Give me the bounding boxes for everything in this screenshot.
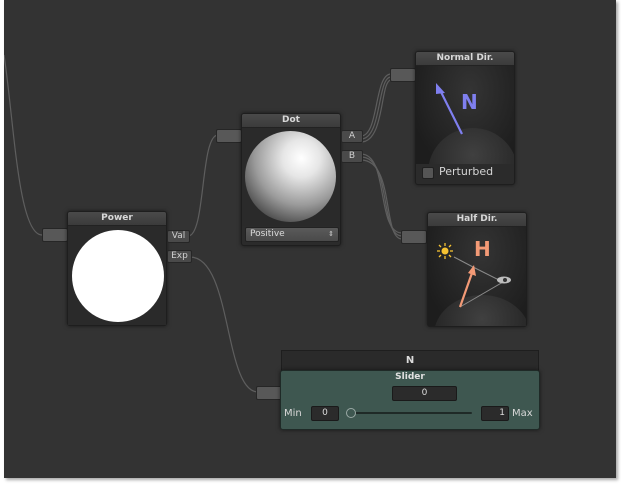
node-canvas[interactable]: Power Val Exp Dot Positive ⇕ A B Normal … [4, 0, 616, 478]
slider-header-label: N [405, 355, 415, 366]
perturbed-checkbox[interactable] [422, 167, 434, 179]
slider-thumb[interactable] [346, 408, 356, 418]
slider-header: N [281, 350, 539, 371]
wire-dot-b-half [360, 153, 403, 234]
eye-icon [497, 276, 511, 284]
normal-dir-node[interactable]: Normal Dir. N Perturbed [415, 51, 515, 185]
dot-node-title: Dot [242, 114, 340, 128]
dot-mode-dropdown[interactable]: Positive ⇕ [245, 227, 339, 242]
half-dir-port[interactable] [401, 230, 427, 244]
dot-input-b[interactable]: B [341, 150, 363, 163]
slider-title: Slider [395, 372, 425, 382]
half-dir-preview: H [428, 227, 526, 326]
half-dir-node-title: Half Dir. [428, 213, 526, 227]
dot-input-a[interactable]: A [341, 130, 363, 143]
normal-dir-port[interactable] [390, 68, 416, 82]
wire-power-dot [187, 134, 219, 237]
slider-value-field[interactable]: 0 [392, 386, 457, 401]
slider-min-value: 0 [322, 408, 328, 418]
slider-input-port[interactable] [256, 386, 282, 400]
slider-max-label: Max [512, 408, 533, 419]
slider-node[interactable]: Slider 0 Min 0 1 Max [280, 370, 540, 430]
slider-max-value: 1 [499, 408, 505, 418]
half-dir-node[interactable]: Half Dir. H [427, 212, 527, 327]
power-output-exp[interactable]: Exp [167, 250, 192, 263]
slider-min-field[interactable]: 0 [311, 406, 339, 421]
power-input-port[interactable] [42, 228, 68, 242]
normal-arrow-icon [436, 83, 463, 135]
power-node[interactable]: Power [67, 211, 167, 326]
slider-max-field[interactable]: 1 [481, 406, 509, 421]
half-glyph: H [474, 237, 491, 261]
slider-track[interactable] [350, 412, 472, 414]
wire-power-input [4, 54, 43, 236]
dot-preview [242, 128, 340, 226]
perturbed-label: Perturbed [439, 165, 494, 178]
dot-input-port[interactable] [216, 129, 242, 143]
dot-node[interactable]: Dot Positive ⇕ [241, 113, 341, 246]
slider-min-label: Min [284, 408, 302, 419]
power-preview [68, 226, 166, 325]
dot-preview-sphere [245, 131, 336, 222]
power-node-title: Power [68, 212, 166, 226]
power-output-val[interactable]: Val [167, 230, 190, 243]
normal-glyph: N [461, 90, 478, 114]
normal-dir-node-title: Normal Dir. [416, 52, 514, 66]
power-preview-sphere [72, 230, 164, 322]
normal-dir-preview: N [416, 66, 514, 164]
wire-dot-a-normal [360, 73, 392, 137]
sun-icon [437, 243, 453, 259]
dot-mode-value: Positive [250, 229, 285, 239]
slider-value: 0 [421, 388, 428, 398]
dropdown-arrows-icon: ⇕ [328, 230, 334, 238]
wire-power-slider [189, 256, 259, 393]
